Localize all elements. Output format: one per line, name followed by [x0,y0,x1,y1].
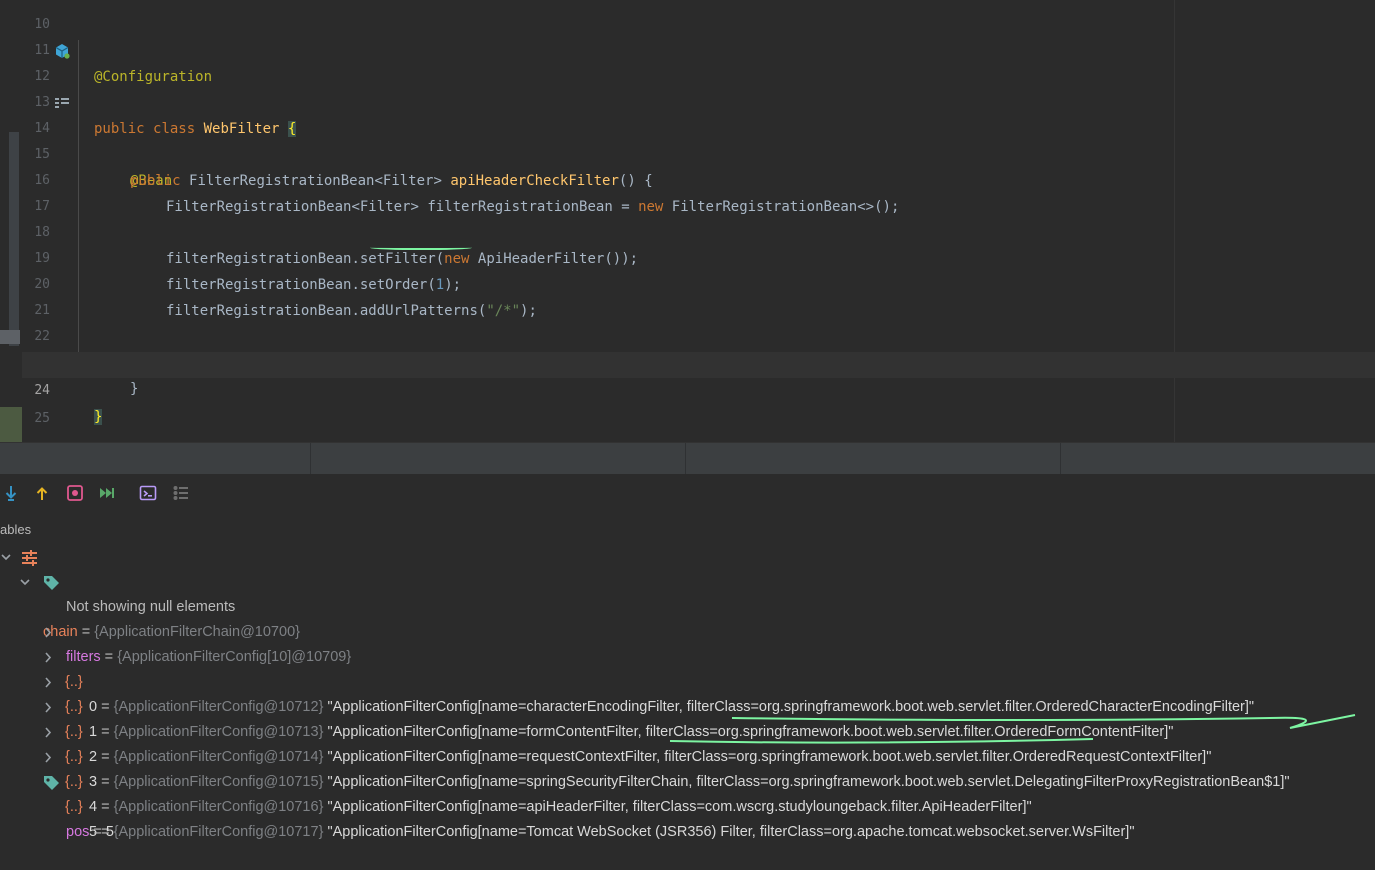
evaluate-expression-icon[interactable] [139,484,157,502]
drop-frame-icon[interactable] [66,484,84,502]
chevron-right-icon[interactable] [41,645,55,670]
debugger-panel: ables chain = {ApplicationFilterChain@10… [0,474,1375,840]
element-value: "ApplicationFilterConfig[name=apiHeaderF… [327,799,1032,815]
object-field-icon [22,550,37,566]
array-element-row[interactable]: {..} 0 = {ApplicationFilterConfig@10712}… [0,620,1254,715]
code-line[interactable]: 25 [22,380,1375,426]
code-line[interactable]: 10 [22,0,1375,32]
code-line[interactable]: 13 [22,64,1375,110]
code-line[interactable]: 17 [22,168,1375,214]
changed-region-marker [0,407,22,442]
element-ref: {ApplicationFilterConfig@10714} [113,749,324,765]
run-to-cursor-icon[interactable] [98,484,116,502]
chevron-right-icon[interactable] [41,720,55,745]
left-tool-strip [0,0,22,442]
step-out-icon[interactable] [33,484,51,502]
array-element-row[interactable]: {..} 5 = {ApplicationFilterConfig@10717}… [0,745,1134,840]
chevron-right-icon[interactable] [41,670,55,695]
element-ref: {ApplicationFilterConfig@10715} [113,774,324,790]
element-ref: {ApplicationFilterConfig@10713} [113,724,324,740]
element-ref: {ApplicationFilterConfig@10712} [113,699,324,715]
chevron-down-icon[interactable] [0,545,14,570]
element-ref: {ApplicationFilterConfig@10716} [113,799,324,815]
code-line[interactable]: 20 filterRegistrationBean.addUrlPatterns… [22,246,1375,319]
code-editor[interactable]: 10 11 @Configuration 12 public class Web… [0,0,1375,442]
element-index: 1 [89,724,98,740]
code-line[interactable]: 11 @Configuration [22,12,1375,85]
code-line[interactable]: 22 return filterRegistrationBean; [22,298,1375,371]
bean-method-gutter-icon[interactable] [54,95,70,111]
code-line[interactable]: 15 public FilterRegistrationBean<Filter>… [22,116,1375,189]
array-element-icon: {..} [65,674,83,690]
chevron-right-icon[interactable] [41,695,55,720]
null-elements-note: Not showing null elements [66,599,236,615]
element-index: 0 [89,699,98,715]
array-element-row[interactable]: {..} 3 = {ApplicationFilterConfig@10715}… [0,695,1290,790]
code-line-current[interactable]: 24 } [22,352,1375,425]
spring-bean-gutter-icon[interactable] [54,43,70,59]
field-tag-icon [44,576,59,590]
debug-tool-window-header [0,442,1375,475]
variable-row-filters[interactable]: filters = {ApplicationFilterConfig[10]@1… [0,570,351,665]
variable-name: filters [66,649,101,665]
pane-divider [685,443,686,475]
scroll-indicator [9,132,19,346]
matched-brace: } [94,409,103,425]
handwritten-underline [731,714,1356,729]
array-element-icon: {..} [65,749,83,765]
variable-value: 5 [105,824,114,840]
debug-toolbar [0,474,1375,512]
variable-value: {ApplicationFilterConfig[10]@10709} [117,649,352,665]
force-step-into-icon[interactable] [2,484,20,502]
trace-current-stream-icon[interactable] [172,484,190,502]
element-index: 4 [89,799,98,815]
array-element-row[interactable]: {..} 1 = {ApplicationFilterConfig@10713}… [0,645,1173,740]
variable-row-pos[interactable]: pos = 5 [0,770,114,840]
element-index: 2 [89,749,98,765]
variable-value: {ApplicationFilterChain@10700} [94,624,300,640]
element-value: "ApplicationFilterConfig[name=requestCon… [327,749,1212,765]
variable-row-chain[interactable]: chain = {ApplicationFilterChain@10700} [0,545,300,640]
scroll-thumb[interactable] [0,330,20,344]
pane-divider [310,443,311,475]
chevron-down-icon[interactable] [19,570,33,595]
code-line[interactable]: 16 FilterRegistrationBean<Filter> filter… [22,142,1375,215]
code-line[interactable]: 14 @Bean [22,90,1375,189]
array-element-icon: {..} [65,799,83,815]
chevron-right-icon[interactable] [41,620,55,645]
code-line[interactable]: 18 filterRegistrationBean.setFilter(new … [22,194,1375,267]
array-element-row[interactable]: {..} 2 = {ApplicationFilterConfig@10714}… [0,670,1211,765]
code-line[interactable]: 12 public class WebFilter { [22,38,1375,137]
code-line[interactable]: 21 [22,272,1375,318]
code-line[interactable]: 23 } [22,324,1375,397]
element-value: "ApplicationFilterConfig[name=Tomcat Web… [327,824,1135,840]
code-line[interactable]: 19 filterRegistrationBean.setOrder(1); [22,220,1375,293]
pane-divider [1060,443,1061,475]
handwritten-underline [669,738,1094,744]
element-value: "ApplicationFilterConfig[name=springSecu… [327,774,1290,790]
array-element-icon: {..} [65,724,83,740]
chevron-right-icon[interactable] [41,745,55,770]
array-element-icon: {..} [65,774,83,790]
element-index: 3 [89,774,98,790]
line-number: 25 [34,411,50,426]
field-tag-icon [44,776,59,790]
variable-name: pos [66,824,90,840]
element-ref: {ApplicationFilterConfig@10717} [113,824,324,840]
array-element-icon: {..} [65,699,83,715]
variables-panel-title: ables [0,522,32,537]
array-element-row[interactable]: {..} 4 = {ApplicationFilterConfig@10716}… [0,720,1032,815]
